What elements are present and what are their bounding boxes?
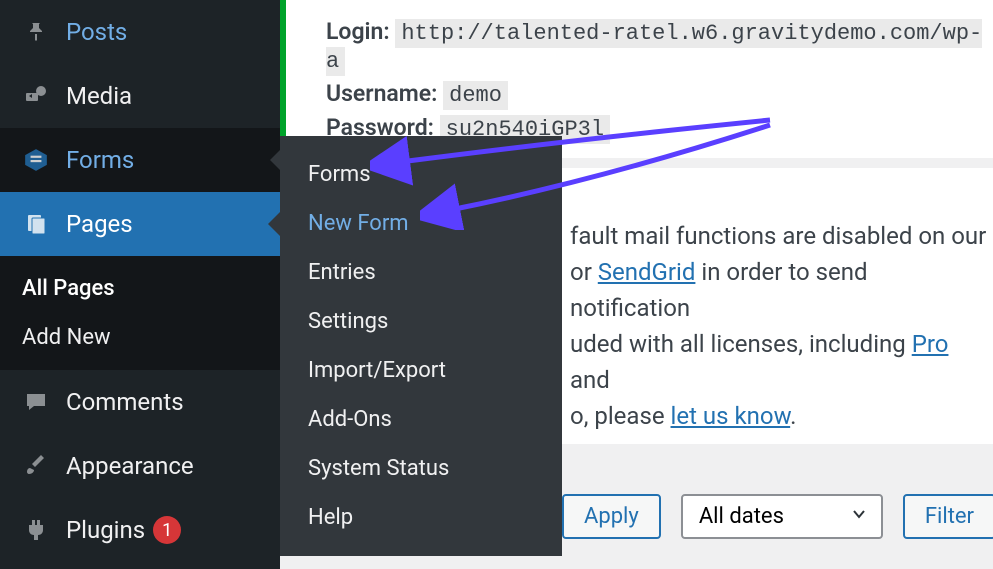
menu-plugins[interactable]: Plugins 1: [0, 498, 280, 562]
menu-comments-label: Comments: [66, 388, 184, 416]
menu-appearance-label: Appearance: [66, 452, 194, 480]
menu-media[interactable]: Media: [0, 64, 280, 128]
flyout-entries[interactable]: Entries: [280, 248, 562, 297]
menu-comments[interactable]: Comments: [0, 370, 280, 434]
username-value: demo: [443, 81, 508, 110]
admin-sidebar: Posts Media Forms Pages All Pages Add Ne…: [0, 0, 280, 569]
username-label: Username:: [326, 80, 437, 107]
apply-button[interactable]: Apply: [562, 494, 661, 539]
comments-icon: [20, 386, 52, 418]
login-label: Login:: [326, 18, 390, 45]
submenu-all-pages[interactable]: All Pages: [0, 264, 280, 313]
flyout-forms[interactable]: Forms: [280, 150, 562, 199]
pin-icon: [20, 16, 52, 48]
body-line2: or SendGrid in order to send notificatio…: [570, 254, 993, 326]
chevron-down-icon: [849, 504, 869, 530]
body-line4: o, please let us know.: [570, 398, 993, 434]
link-pro[interactable]: Pro: [912, 330, 949, 358]
menu-posts[interactable]: Posts: [0, 0, 280, 64]
filter-controls: Apply All dates Filter: [562, 494, 993, 539]
link-sendgrid[interactable]: SendGrid: [598, 258, 696, 286]
body-line1: fault mail functions are disabled on our: [570, 218, 993, 254]
body-line3: uded with all licenses, including Pro an…: [570, 326, 993, 398]
plugins-update-badge: 1: [153, 516, 181, 544]
plugins-icon: [20, 514, 52, 546]
menu-pages-label: Pages: [66, 210, 133, 238]
login-value: http://talented-ratel.w6.gravitydemo.com…: [326, 19, 982, 76]
flyout-system-status[interactable]: System Status: [280, 444, 562, 493]
flyout-settings[interactable]: Settings: [280, 297, 562, 346]
menu-forms-label: Forms: [66, 146, 134, 174]
link-let-us-know[interactable]: let us know: [671, 402, 791, 430]
menu-forms[interactable]: Forms: [0, 128, 280, 192]
menu-plugins-label: Plugins: [66, 516, 145, 544]
flyout-import-export[interactable]: Import/Export: [280, 346, 562, 395]
flyout-addons[interactable]: Add-Ons: [280, 395, 562, 444]
menu-appearance[interactable]: Appearance: [0, 434, 280, 498]
forms-icon: [20, 144, 52, 176]
install-notice: Login: http://talented-ratel.w6.gravityd…: [280, 0, 993, 158]
menu-media-label: Media: [66, 82, 132, 110]
forms-flyout-menu: Forms New Form Entries Settings Import/E…: [280, 136, 562, 556]
dates-select-value: All dates: [699, 504, 784, 529]
submenu-pages: All Pages Add New: [0, 256, 280, 370]
media-icon: [20, 80, 52, 112]
dates-select[interactable]: All dates: [681, 494, 883, 539]
brush-icon: [20, 450, 52, 482]
menu-pages[interactable]: Pages: [0, 192, 280, 256]
flyout-help[interactable]: Help: [280, 493, 562, 542]
filter-button[interactable]: Filter: [903, 494, 993, 539]
submenu-add-new[interactable]: Add New: [0, 313, 280, 362]
pages-icon: [20, 208, 52, 240]
menu-posts-label: Posts: [66, 18, 127, 46]
flyout-new-form[interactable]: New Form: [280, 199, 562, 248]
